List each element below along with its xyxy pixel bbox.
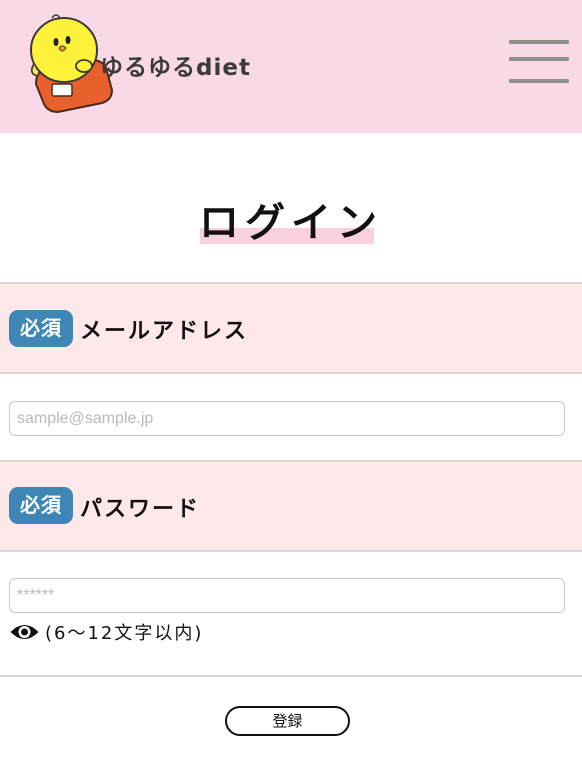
email-input[interactable] [9,401,565,436]
hamburger-bar [509,40,569,44]
site-header: ゆるゆるdiet [0,0,582,133]
divider [0,550,582,552]
register-button[interactable]: 登録 [225,706,350,736]
password-input[interactable] [9,578,565,613]
page-title-wrap: ログイン [0,190,582,248]
divider [0,675,582,677]
eye-icon[interactable] [9,621,40,643]
logo-text: ゆるゆるdiet [100,55,251,81]
page-title: ログイン [199,200,383,246]
hamburger-menu-icon[interactable] [505,36,569,90]
site-logo[interactable]: ゆるゆるdiet [22,8,262,114]
password-hint: (6〜12文字以内) [45,623,204,644]
password-hint-row: (6〜12文字以内) [9,620,203,644]
email-label: メールアドレス [80,319,249,344]
hamburger-bar [509,57,569,61]
password-label: パスワード [80,497,201,522]
required-badge: 必須 [9,487,73,524]
divider [0,372,582,374]
required-badge: 必須 [9,310,73,347]
hamburger-bar [509,79,569,83]
email-label-section: 必須 メールアドレス [0,284,582,372]
password-label-section: 必須 パスワード [0,462,582,550]
